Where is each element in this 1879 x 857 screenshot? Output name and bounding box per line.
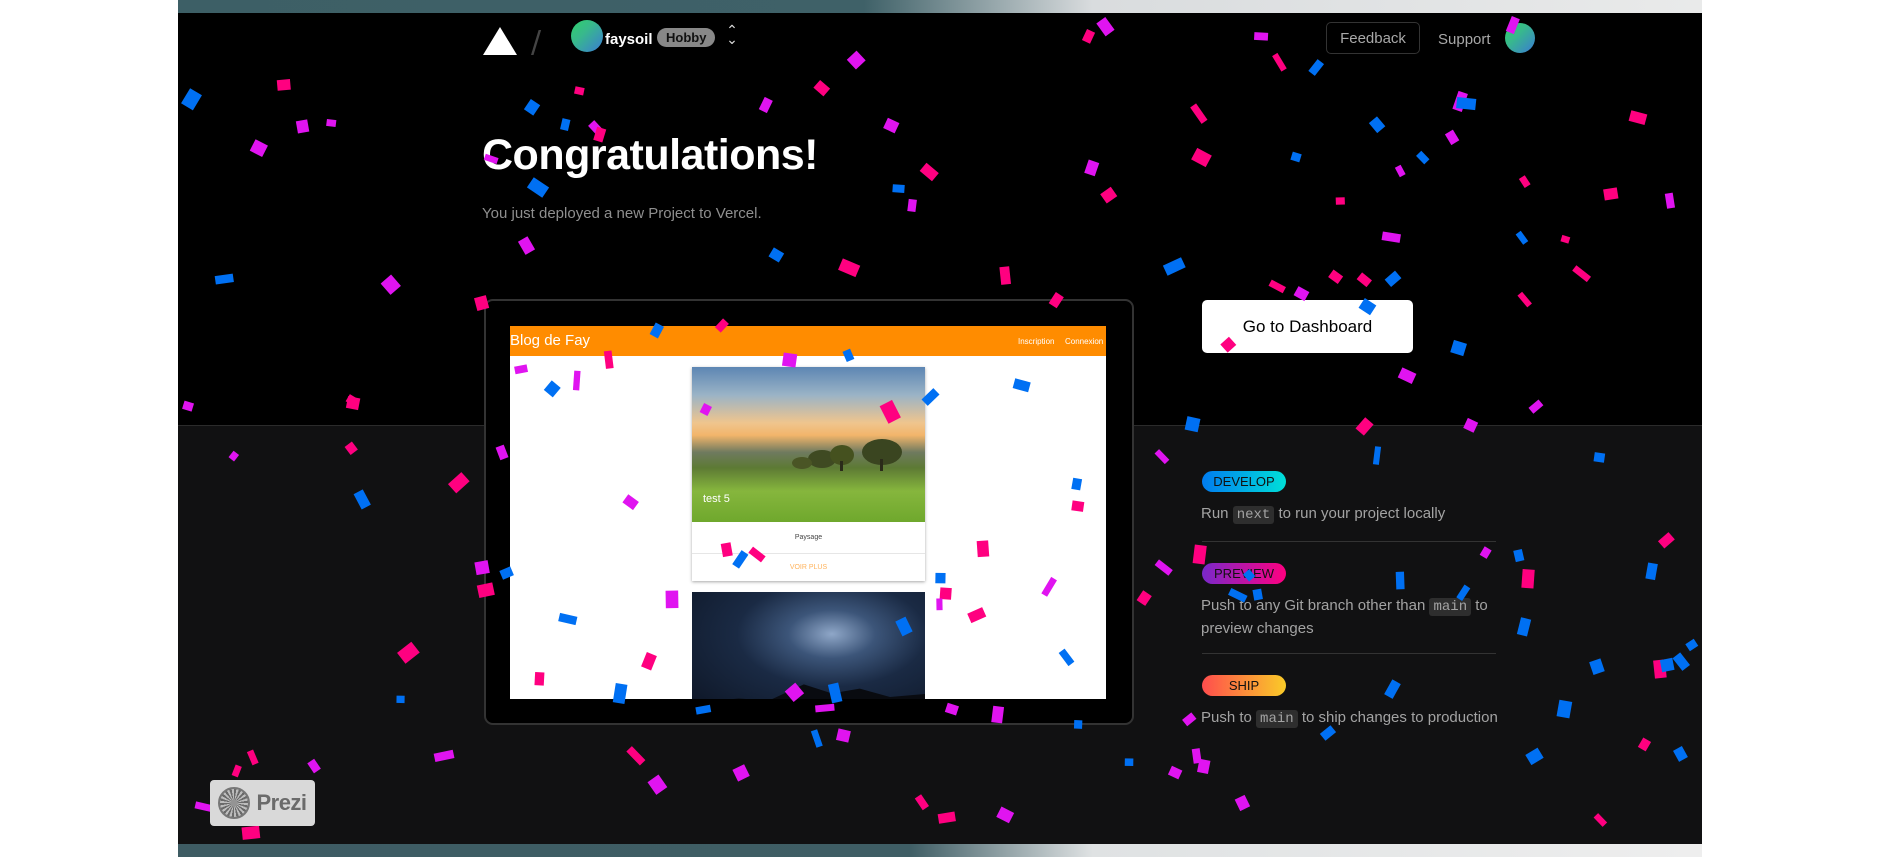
step-divider — [1202, 541, 1496, 542]
blog-link-inscription: Inscription — [1018, 337, 1055, 346]
browser-backdrop-bottom — [178, 844, 1702, 857]
vercel-deploy-success-page: / faysoil Hobby ⌃ ⌄ Feedback Support Cong… — [178, 13, 1702, 844]
plan-badge: Hobby — [657, 28, 716, 47]
card-text: Paysage — [794, 534, 823, 541]
ship-code: main — [1256, 710, 1298, 728]
blog-header: Blog de Fay Inscription Connexion — [510, 326, 1106, 356]
ship-text-post: to ship changes to production — [1297, 709, 1498, 726]
support-link[interactable]: Support — [1438, 31, 1491, 48]
develop-text-pre: Run — [1201, 505, 1233, 522]
blog-title: Blog de Fay — [510, 332, 591, 349]
team-name[interactable]: faysoil — [605, 31, 653, 48]
develop-text-post: to run your project locally — [1274, 505, 1446, 522]
team-avatar[interactable] — [571, 20, 603, 52]
milky-way-image — [692, 592, 925, 699]
vercel-logo-icon[interactable] — [483, 27, 517, 55]
team-switcher-icon[interactable]: ⌃ ⌄ — [726, 23, 738, 46]
page-subtitle: You just deployed a new Project to Verce… — [482, 205, 762, 222]
ship-text-pre: Push to — [1201, 709, 1257, 726]
develop-step-text: Run next to run your project locally — [1201, 503, 1501, 526]
ship-step-text: Push to main to ship changes to producti… — [1201, 707, 1501, 730]
landscape-image: test 5 — [692, 367, 925, 522]
ship-badge: SHIP — [1202, 675, 1286, 696]
blog-link-connexion: Connexion — [1065, 337, 1104, 346]
blog-card: test 5 Paysage VOIR PLUS — [692, 367, 925, 581]
preview-text-pre: Push to any Git branch other than — [1201, 597, 1430, 614]
page-title: Congratulations! — [482, 131, 818, 179]
go-to-dashboard-button[interactable]: Go to Dashboard — [1202, 300, 1413, 353]
feedback-button[interactable]: Feedback — [1326, 22, 1420, 54]
preview-badge: PREVIEW — [1202, 563, 1286, 584]
browser-backdrop-top — [178, 0, 1702, 13]
nav-separator: / — [531, 25, 542, 60]
develop-code: next — [1232, 506, 1275, 524]
mountain-silhouette — [692, 684, 925, 699]
prezi-watermark[interactable]: Prezi — [210, 780, 315, 826]
prezi-logo-icon — [218, 787, 251, 819]
preview-screenshot: Blog de Fay Inscription Connexion test 5 — [510, 326, 1106, 699]
deployment-preview[interactable]: Blog de Fay Inscription Connexion test 5 — [484, 299, 1134, 725]
develop-badge: DEVELOP — [1202, 471, 1286, 492]
prezi-label: Prezi — [256, 790, 307, 815]
preview-step-text: Push to any Git branch other than main t… — [1201, 595, 1501, 640]
card-read-more: VOIR PLUS — [789, 564, 828, 571]
card-divider — [692, 553, 925, 554]
card-title: test 5 — [703, 493, 730, 505]
preview-code: main — [1429, 598, 1472, 616]
user-avatar[interactable] — [1505, 23, 1535, 53]
step-divider — [1202, 653, 1496, 654]
